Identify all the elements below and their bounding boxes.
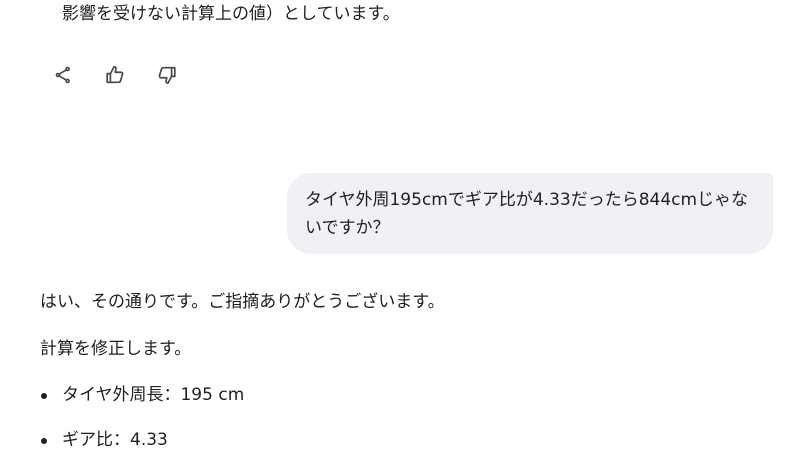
chat-page: 影響を受けない計算上の値）としています。 タイヤ外周195cmでギア比が4.33… bbox=[0, 0, 800, 459]
thumbs-up-icon bbox=[106, 65, 124, 84]
previous-response-text: 影響を受けない計算上の値）としています。 bbox=[62, 4, 400, 24]
list-item: ギア比：4.33 bbox=[40, 426, 760, 454]
thumbs-down-icon bbox=[158, 66, 176, 85]
assistant-response: はい、その通りです。ご指摘ありがとうございます。 計算を修正します。 タイヤ外周… bbox=[40, 288, 760, 454]
response-paragraph-2: 計算を修正します。 bbox=[40, 339, 192, 359]
share-button[interactable] bbox=[46, 58, 80, 92]
list-item: タイヤ外周長：195 cm bbox=[40, 381, 760, 409]
user-message-text: タイヤ外周195cmでギア比が4.33だったら844cmじゃないですか？ bbox=[305, 190, 749, 238]
response-bullet-list: タイヤ外周長：195 cm ギア比：4.33 bbox=[40, 381, 760, 454]
thumbs-down-button[interactable] bbox=[150, 58, 184, 92]
response-paragraph-1: はい、その通りです。ご指摘ありがとうございます。 bbox=[40, 292, 445, 312]
user-message-bubble: タイヤ外周195cmでギア比が4.33だったら844cmじゃないですか？ bbox=[287, 173, 773, 254]
share-icon bbox=[55, 66, 70, 84]
thumbs-up-button[interactable] bbox=[98, 58, 132, 92]
response-actions bbox=[46, 58, 184, 92]
